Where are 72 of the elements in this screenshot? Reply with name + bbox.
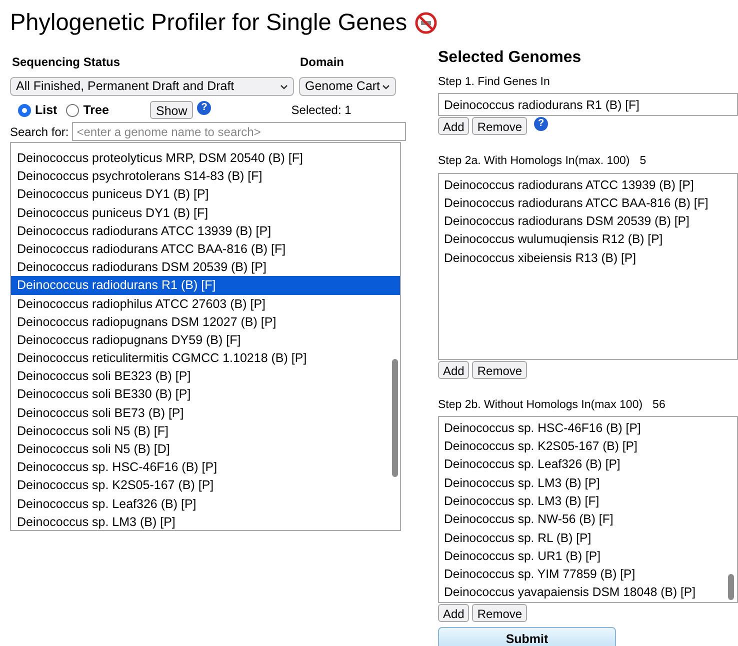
field-label: Step 1. Find Genes In	[438, 75, 550, 90]
field-label: Sequencing Status	[11, 54, 122, 71]
field-label: Step 2b. Without Homologs In(max 100)	[438, 398, 643, 412]
genome-entry[interactable]: Deinococcus soli N5 (B) [F]	[11, 422, 400, 440]
remove-button[interactable]: Remove	[472, 360, 528, 378]
dropdown[interactable]: All Finished, Permanent Draft and Draft	[10, 77, 294, 96]
genome-entry[interactable]: Deinococcus radiodurans ATCC 13939 (B) [P]	[439, 176, 737, 194]
genome-entry[interactable]: Deinococcus sp. Leaf326 (B) [P]	[11, 494, 400, 513]
remove-button[interactable]: Remove	[472, 604, 528, 622]
genome-entry[interactable]: Deinococcus sp. K2S05-167 (B) [P]	[439, 437, 737, 456]
genome-entry[interactable]: Deinococcus soli BE330 (B) [P]	[11, 385, 400, 404]
submit-button[interactable]: Submit	[438, 626, 616, 646]
genome-entry[interactable]: Deinococcus radiophilus ATCC 27603 (B) [P]	[11, 294, 400, 313]
search-field[interactable]: <enter a genome name to search>	[72, 122, 406, 141]
dropdown[interactable]: Genome Cart	[299, 77, 396, 96]
help-icon[interactable]: ?	[534, 117, 548, 132]
genome-entry[interactable]: Deinococcus sp. LM3 (B) [P]	[439, 474, 737, 492]
add-button[interactable]: Add	[438, 604, 470, 622]
count-label: 5	[640, 154, 646, 170]
field-label: Domain	[300, 54, 344, 71]
selected-count: Selected: 1	[291, 102, 352, 119]
genome-entry[interactable]: Deinococcus radiopugnans DSM 12027 (B) [P]	[11, 312, 400, 331]
genome-entry[interactable]: Deinococcus radiodurans ATCC 13939 (B) [P]	[11, 222, 400, 240]
genome-entry[interactable]: Deinococcus sp. UR1 (B) [P]	[439, 546, 737, 566]
radio-option[interactable]: List	[18, 100, 58, 120]
genome-entry[interactable]: Deinococcus radiodurans ATCC BAA-816 (B) [F]	[11, 240, 400, 258]
genome-entry[interactable]: Deinococcus soli N5 (B) [D]	[11, 440, 400, 458]
genome-list[interactable]	[10, 142, 401, 531]
genome-entry[interactable]: Deinococcus radiodurans R1 (B) [F]	[11, 276, 400, 294]
field-label: Step 2a. With Homologs In(max. 100)	[438, 154, 630, 170]
genome-entry[interactable]: Deinococcus sp. K2S05-167 (B) [P]	[11, 476, 400, 495]
genome-entry[interactable]: Deinococcus soli BE73 (B) [P]	[11, 404, 400, 422]
genome-list[interactable]	[438, 416, 738, 603]
genome-entry[interactable]: Deinococcus sp. RL (B) [P]	[439, 528, 737, 547]
chevron-icon	[382, 84, 390, 90]
field-label: Search for:	[10, 124, 69, 140]
genome-entry[interactable]: Deinococcus radiodurans ATCC BAA-816 (B) [F]	[439, 194, 737, 212]
page-title: Phylogenetic Profiler for Single Genes	[10, 11, 408, 35]
genome-entry[interactable]: Deinococcus soli BE323 (B) [P]	[11, 367, 400, 386]
count-label: 56	[652, 398, 666, 412]
genome-entry[interactable]: Deinococcus sp. HSC-46F16 (B) [P]	[11, 458, 400, 476]
genome-entry[interactable]: Deinococcus radiopugnans DY59 (B) [F]	[11, 330, 400, 350]
help-icon[interactable]: ?	[197, 101, 212, 115]
genome-entry[interactable]: Deinococcus sp. NW-56 (B) [F]	[439, 510, 737, 529]
genome-entry[interactable]: Deinococcus xibeiensis R13 (B) [P]	[439, 248, 737, 267]
section-heading: Selected Genomes	[438, 48, 582, 68]
genome-entry[interactable]: Deinococcus proteolyticus MRP, DSM 20540 (B) [F]	[11, 149, 400, 168]
radio-button[interactable]	[18, 104, 31, 116]
genome-list[interactable]	[438, 172, 738, 360]
genome-entry[interactable]: Deinococcus puniceus DY1 (B) [F]	[11, 204, 400, 222]
chevron-icon	[280, 84, 288, 90]
genome-entry[interactable]: Deinococcus puniceus DY1 (B) [P]	[11, 185, 400, 204]
radio-button[interactable]	[66, 104, 80, 116]
genome-entry[interactable]: Deinococcus radiodurans DSM 20539 (B) [P]	[439, 212, 737, 230]
scrollbar-thumb[interactable]	[392, 359, 398, 477]
add-button[interactable]: Add	[438, 117, 470, 136]
add-button[interactable]: Add	[438, 360, 470, 378]
genome-entry[interactable]: Deinococcus sp. LM3 (B) [P]	[11, 512, 400, 530]
show-button[interactable]: Show	[150, 101, 194, 119]
no-sign-icon	[415, 12, 438, 34]
genome-entry[interactable]: Deinococcus sp. YIM 77859 (B) [P]	[439, 565, 737, 584]
genome-entry[interactable]: Deinococcus sp. HSC-46F16 (B) [P]	[439, 418, 737, 438]
radio-option[interactable]: Tree	[66, 100, 109, 120]
genome-entry[interactable]: Deinococcus yavapaiensis DSM 18048 (B) [P]	[439, 583, 737, 602]
genome-entry[interactable]: Deinococcus wulumuqiensis R12 (B) [P]	[439, 230, 737, 249]
genome-entry[interactable]: Deinococcus psychrotolerans S14-83 (B) [F]	[11, 167, 400, 186]
genome-entry[interactable]: Deinococcus reticulitermitis CGMCC 1.10218 (B) [P]	[11, 349, 400, 368]
remove-button[interactable]: Remove	[472, 117, 528, 136]
scrollbar-thumb[interactable]	[728, 574, 734, 600]
genome-entry[interactable]: Deinococcus radiodurans DSM 20539 (B) [P]	[11, 258, 400, 276]
genome-entry[interactable]: Deinococcus sp. Leaf326 (B) [P]	[439, 455, 737, 474]
genome-entry[interactable]: Deinococcus sp. LM3 (B) [F]	[439, 492, 737, 510]
